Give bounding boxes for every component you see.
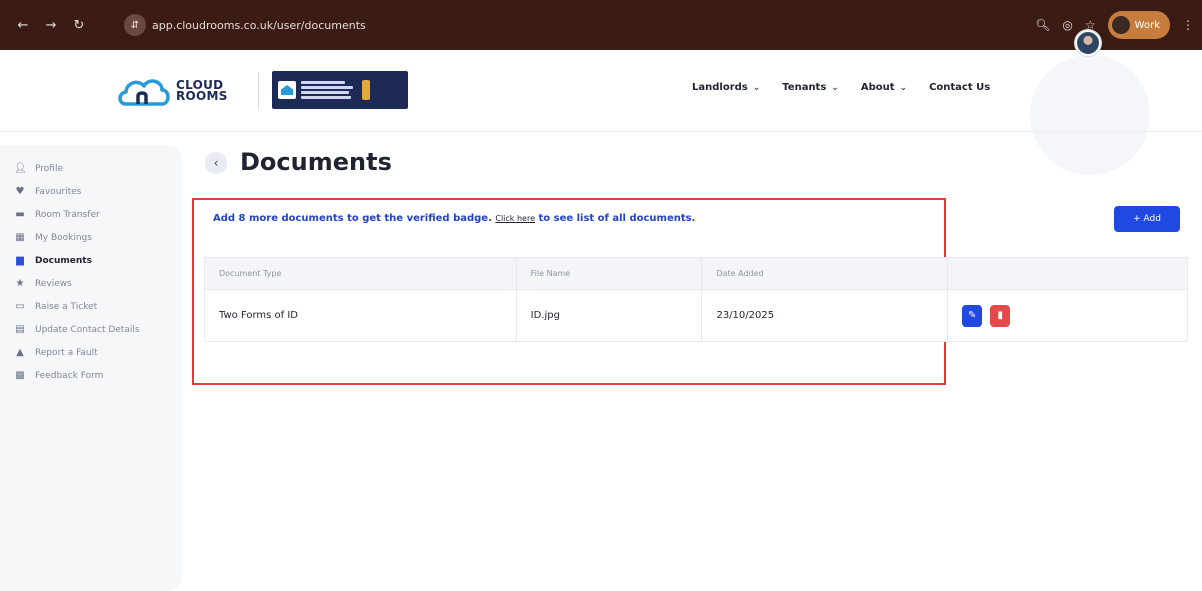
add-document-button[interactable]: + Add [1114, 206, 1180, 232]
browser-toolbar: ← → ↻ ⇵ app.cloudrooms.co.uk/user/docume… [0, 0, 1202, 50]
cell-file-name: ID.jpg [515, 289, 703, 342]
forward-arrow-icon[interactable]: → [40, 18, 62, 33]
sidebar-item-favourites[interactable]: ♥ Favourites [0, 186, 182, 198]
edit-icon: ✎ [968, 310, 977, 321]
cell-document-type: Two Forms of ID [204, 289, 517, 342]
sidebar-item-update-contact[interactable]: ▤ Update Contact Details [0, 324, 182, 336]
sidebar-item-profile[interactable]: 👤︎ Profile [0, 163, 182, 175]
menu-kebab-icon[interactable]: ⋮ [1182, 18, 1194, 32]
award-text-graphic [301, 81, 353, 99]
building-icon: ▦ [15, 232, 25, 243]
chevron-down-icon: ⌄ [831, 82, 839, 93]
sidebar-item-feedback-form[interactable]: ▩ Feedback Form [0, 370, 182, 382]
sidebar-item-raise-ticket[interactable]: ▭ Raise a Ticket [0, 301, 182, 313]
nav-landlords-label: Landlords [692, 82, 748, 93]
house-icon [278, 81, 296, 99]
sidebar-item-label: Profile [35, 164, 63, 174]
trash-icon: ▮ [997, 310, 1003, 321]
chevron-down-icon: ⌄ [752, 82, 761, 93]
star-icon: ★ [15, 278, 25, 289]
documents-table: Document Type File Name Date Added Two F… [204, 257, 1188, 342]
cell-actions: ✎ ▮ [947, 289, 1188, 342]
cloud-logo-icon [118, 79, 170, 106]
address-bar[interactable]: ⇵ app.cloudrooms.co.uk/user/documents [124, 12, 974, 38]
table-header-row: Document Type File Name Date Added [204, 257, 1188, 290]
sidebar-item-label: Report a Fault [35, 348, 98, 358]
nav-landlords[interactable]: Landlords ⌄ [692, 82, 760, 93]
header-actions [947, 257, 1188, 290]
heart-icon: ♥ [15, 186, 25, 197]
sidebar-item-label: My Bookings [35, 233, 92, 243]
nav-contact-label: Contact Us [929, 82, 991, 93]
click-here-link[interactable]: Click here [495, 214, 535, 223]
url-text: app.cloudrooms.co.uk/user/documents [152, 18, 366, 32]
verified-badge-message: Add 8 more documents to get the verified… [213, 213, 695, 224]
sidebar-item-label: Update Contact Details [35, 325, 140, 335]
header-date-added: Date Added [701, 257, 949, 290]
sidebar-item-label: Feedback Form [35, 371, 104, 381]
form-icon: ▩ [15, 370, 25, 381]
award-badge [272, 71, 408, 109]
sidebar-item-room-transfer[interactable]: ▬ Room Transfer [0, 209, 182, 221]
user-avatar[interactable] [1075, 30, 1101, 56]
sidebar-item-documents[interactable]: ▆ Documents [0, 255, 182, 267]
bed-icon: ▬ [15, 209, 25, 220]
nav-about-label: About [860, 82, 895, 93]
profile-avatar-icon [1111, 16, 1130, 34]
site-settings-icon[interactable]: ⇵ [124, 14, 146, 36]
chevron-left-icon: ‹ [213, 156, 219, 170]
edit-document-button[interactable]: ✎ [962, 304, 983, 327]
cell-date-added: 23/10/2025 [701, 289, 949, 342]
sidebar-item-report-fault[interactable]: ▲ Report a Fault [0, 347, 182, 359]
eye-off-icon[interactable]: ◎ [1062, 18, 1072, 32]
document-icon: ▆ [16, 255, 24, 266]
site-header: CLOUD ROOMS Landlords ⌄ Tenants ⌄ About ⌄ C… [0, 50, 1202, 132]
sidebar-item-label: Favourites [35, 187, 82, 197]
profile-label: Work [1134, 19, 1160, 31]
back-arrow-icon[interactable]: ← [12, 18, 34, 33]
header-file-name: File Name [515, 257, 703, 290]
nav-tenants[interactable]: Tenants ⌄ [782, 82, 839, 93]
zoom-icon[interactable]: 🔍︎ [1035, 18, 1050, 32]
cloudrooms-logo[interactable]: CLOUD ROOMS [116, 74, 228, 108]
verify-suffix: to see list of all documents. [538, 213, 696, 224]
nav-contact-us[interactable]: Contact Us [929, 82, 990, 93]
sidebar-item-label: Room Transfer [35, 210, 100, 220]
header-divider [258, 72, 259, 110]
sidebar-item-label: Documents [35, 256, 92, 266]
top-nav: Landlords ⌄ Tenants ⌄ About ⌄ Contact Us [692, 82, 990, 93]
back-button[interactable]: ‹ [205, 152, 227, 174]
header-document-type: Document Type [204, 257, 517, 290]
nav-about[interactable]: About ⌄ [861, 82, 907, 93]
sidebar-item-label: Reviews [35, 279, 72, 289]
avatar-glow [1030, 55, 1150, 175]
table-row: Two Forms of ID ID.jpg 23/10/2025 ✎ ▮ [204, 289, 1188, 342]
nav-tenants-label: Tenants [782, 82, 827, 93]
trophy-icon [362, 80, 370, 100]
contact-card-icon: ▤ [15, 324, 25, 335]
sidebar-item-my-bookings[interactable]: ▦ My Bookings [0, 232, 182, 244]
ticket-icon: ▭ [15, 301, 25, 312]
page-title: Documents [240, 148, 392, 176]
person-icon: 👤︎ [14, 163, 27, 174]
sidebar-item-label: Raise a Ticket [35, 302, 98, 312]
delete-document-button[interactable]: ▮ [990, 304, 1011, 327]
account-sidebar: 👤︎ Profile ♥ Favourites ▬ Room Transfer ▦ My… [0, 145, 182, 591]
logo-line2: ROOMS [176, 89, 228, 103]
sidebar-item-reviews[interactable]: ★ Reviews [0, 278, 182, 290]
chevron-down-icon: ⌄ [899, 82, 908, 93]
verify-prefix: Add 8 more documents to get the verified… [213, 213, 492, 224]
warning-icon: ▲ [16, 347, 24, 358]
browser-profile-button[interactable]: Work [1107, 11, 1170, 39]
reload-icon[interactable]: ↻ [68, 18, 90, 33]
